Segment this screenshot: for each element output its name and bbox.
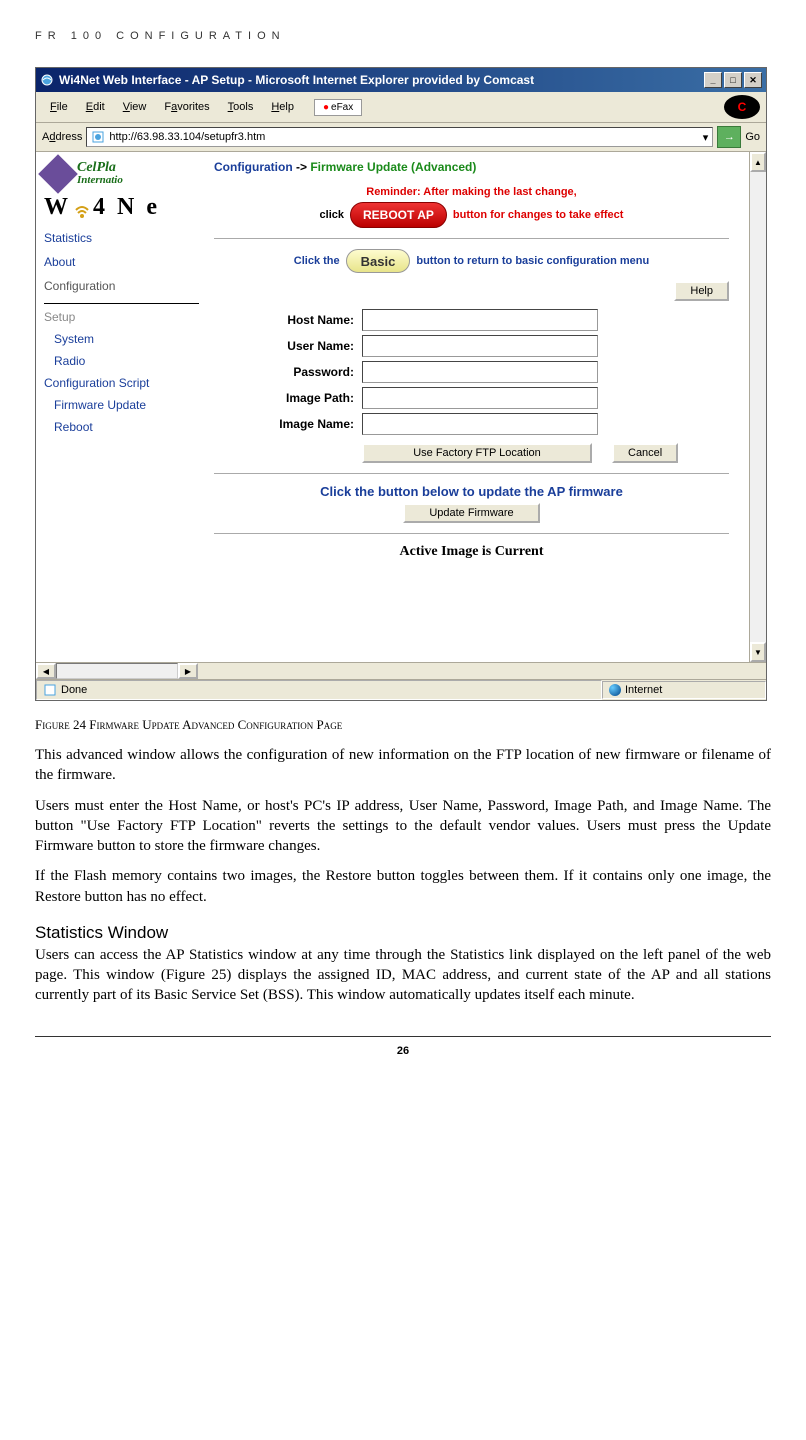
breadcrumb-firmware: Firmware Update (Advanced): [310, 160, 476, 174]
scroll-up-icon[interactable]: ▲: [750, 152, 766, 172]
reboot-ap-button[interactable]: REBOOT AP: [350, 202, 447, 228]
maximize-button[interactable]: □: [724, 72, 742, 88]
efax-button[interactable]: eFax: [314, 99, 362, 116]
address-label: Address: [42, 131, 82, 143]
basic-button[interactable]: Basic: [346, 249, 411, 273]
signal-icon: [73, 196, 91, 220]
menu-view[interactable]: View: [115, 99, 155, 115]
menubar: File Edit View Favorites Tools Help eFax…: [36, 92, 766, 123]
celplan-logo-icon: [38, 154, 78, 194]
done-icon: [43, 683, 57, 697]
factory-ftp-button[interactable]: Use Factory FTP Location: [362, 443, 592, 463]
scroll-down-icon[interactable]: ▼: [750, 642, 766, 662]
window-title: Wi4Net Web Interface - AP Setup - Micros…: [59, 73, 534, 87]
brand-celplan: CelPla: [77, 162, 123, 174]
nav-setup: Setup: [44, 310, 199, 324]
divider-3: [214, 533, 729, 534]
label-name: Image Name:: [214, 417, 362, 431]
page-icon: [91, 130, 105, 144]
statusbar: Done Internet: [36, 679, 766, 700]
go-label: Go: [745, 131, 760, 143]
scroll-left-icon[interactable]: ◀: [36, 663, 56, 679]
divider: [214, 238, 729, 239]
running-header: FR 100 CONFIGURATION: [35, 30, 771, 42]
browser-window: Wi4Net Web Interface - AP Setup - Micros…: [35, 67, 767, 701]
update-title: Click the button below to update the AP …: [214, 484, 729, 499]
close-button[interactable]: ✕: [744, 72, 762, 88]
status-done: Done: [61, 684, 87, 696]
nav-firmware-update[interactable]: Firmware Update: [54, 398, 199, 412]
address-input[interactable]: http://63.98.33.104/setupfr3.htm ▾: [86, 127, 713, 147]
label-host: Host Name:: [214, 313, 362, 327]
vertical-scrollbar[interactable]: ▲ ▼: [749, 152, 766, 662]
nav-system[interactable]: System: [54, 332, 199, 346]
ie-icon: [40, 73, 54, 87]
nav-divider: [44, 303, 199, 304]
menu-edit[interactable]: Edit: [78, 99, 113, 115]
basic-post-text: button to return to basic configuration …: [416, 255, 649, 267]
input-user[interactable]: [362, 335, 598, 357]
menu-help[interactable]: Help: [263, 99, 302, 115]
paragraph-4: Users can access the AP Statistics windo…: [35, 945, 771, 1006]
nav-reboot[interactable]: Reboot: [54, 420, 199, 434]
reminder-text: Reminder: After making the last change,: [214, 186, 729, 198]
globe-icon: [609, 684, 621, 696]
menu-favorites[interactable]: Favorites: [156, 99, 217, 115]
comcast-logo-icon: C: [724, 95, 760, 119]
dropdown-icon[interactable]: ▾: [703, 131, 709, 144]
divider-2: [214, 473, 729, 474]
footer-rule: [35, 1036, 771, 1037]
breadcrumb-sep: ->: [296, 160, 310, 174]
active-image-status: Active Image is Current: [214, 544, 729, 560]
brand-wi4ne: W 4 N e: [44, 194, 199, 221]
status-zone: Internet: [625, 684, 662, 696]
paragraph-3: If the Flash memory contains two images,…: [35, 866, 771, 907]
label-user: User Name:: [214, 339, 362, 353]
url-text: http://63.98.33.104/setupfr3.htm: [109, 131, 265, 143]
breadcrumb-configuration: Configuration: [214, 160, 293, 174]
breadcrumb: Configuration -> Firmware Update (Advanc…: [214, 160, 729, 174]
label-pass: Password:: [214, 365, 362, 379]
update-firmware-button[interactable]: Update Firmware: [403, 503, 539, 523]
minimize-button[interactable]: _: [704, 72, 722, 88]
nav-about[interactable]: About: [44, 255, 199, 269]
scroll-right-icon[interactable]: ▶: [178, 663, 198, 679]
nav-configuration[interactable]: Configuration: [44, 279, 199, 293]
section-heading-statistics: Statistics Window: [35, 923, 771, 943]
brand-internatio: Internatio: [77, 174, 123, 186]
label-path: Image Path:: [214, 391, 362, 405]
nav-config-script[interactable]: Configuration Script: [44, 376, 199, 390]
main-panel: Configuration -> Firmware Update (Advanc…: [204, 152, 749, 662]
left-nav-panel: CelPla Internatio W 4 N e Statistics Abo…: [36, 152, 204, 662]
paragraph-2: Users must enter the Host Name, or host'…: [35, 796, 771, 857]
scroll-track[interactable]: [750, 172, 766, 642]
menu-tools[interactable]: Tools: [220, 99, 262, 115]
cancel-button[interactable]: Cancel: [612, 443, 678, 463]
go-button[interactable]: →: [717, 126, 741, 148]
effect-text: button for changes to take effect: [453, 209, 624, 221]
figure-caption: Figure 24 Firmware Update Advanced Confi…: [35, 717, 771, 733]
page-number: 26: [35, 1045, 771, 1057]
input-path[interactable]: [362, 387, 598, 409]
input-name[interactable]: [362, 413, 598, 435]
hscroll-track[interactable]: [56, 663, 178, 679]
paragraph-1: This advanced window allows the configur…: [35, 745, 771, 786]
input-pass[interactable]: [362, 361, 598, 383]
basic-pre-text: Click the: [294, 255, 340, 267]
help-button[interactable]: Help: [674, 281, 729, 301]
menu-file[interactable]: File: [42, 99, 76, 115]
titlebar: Wi4Net Web Interface - AP Setup - Micros…: [36, 68, 766, 92]
nav-radio[interactable]: Radio: [54, 354, 199, 368]
addressbar: Address http://63.98.33.104/setupfr3.htm…: [36, 123, 766, 152]
nav-statistics[interactable]: Statistics: [44, 231, 199, 245]
horizontal-scrollbar[interactable]: ◀ ▶: [36, 662, 766, 679]
input-host[interactable]: [362, 309, 598, 331]
click-label: click: [320, 209, 344, 221]
